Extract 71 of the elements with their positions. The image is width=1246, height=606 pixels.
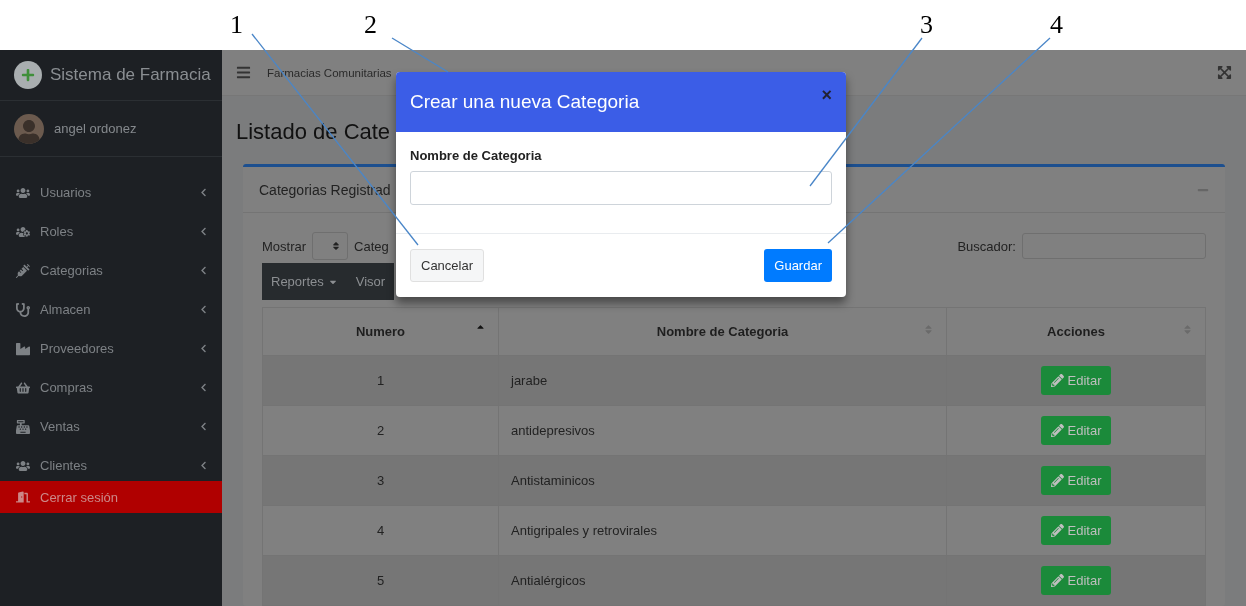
avatar-icon	[14, 113, 44, 144]
table-cell: Antigripales y retrovirales	[498, 505, 947, 556]
callout-number: 4	[1050, 10, 1063, 40]
edit-button[interactable]: Editar	[1040, 466, 1112, 495]
toolbar-button[interactable]: Reportes	[262, 263, 347, 300]
show-label: Mostrar	[262, 238, 307, 254]
user-name[interactable]: angel ordonez	[54, 121, 137, 136]
chevron-left-icon	[199, 305, 208, 314]
table-cell: 5	[262, 555, 499, 606]
expand-icon[interactable]	[1217, 65, 1232, 80]
table-cell: 1	[262, 355, 499, 406]
sidebar-item[interactable]: Ventas	[0, 407, 222, 446]
pencil-icon	[1050, 474, 1064, 487]
cancel-button[interactable]: Cancelar	[410, 249, 485, 282]
chevron-left-icon	[199, 227, 208, 236]
chevron-left-icon	[199, 344, 208, 353]
sidebar-item[interactable]: Usuarios	[0, 173, 222, 212]
table-cell: Antialérgicos	[498, 555, 947, 606]
callout-number: 1	[230, 10, 243, 40]
sidebar-item[interactable]: Compras	[0, 368, 222, 407]
chevron-left-icon	[199, 422, 208, 431]
stethoscope-icon	[16, 302, 32, 317]
users-gear-icon	[16, 224, 32, 239]
toolbar-button[interactable]: Visor	[346, 263, 395, 300]
column-header[interactable]: Numero	[262, 307, 499, 356]
basket-icon	[16, 380, 32, 395]
pencil-icon	[1050, 524, 1064, 537]
edit-button[interactable]: Editar	[1040, 566, 1112, 595]
search-label: Buscador:	[957, 238, 1016, 254]
show-suffix: Categ	[354, 238, 389, 254]
edit-button[interactable]: Editar	[1040, 366, 1112, 395]
sort-arrows-icon	[331, 241, 342, 251]
syringe-icon	[16, 263, 32, 278]
door-icon	[16, 490, 32, 504]
entries-select[interactable]	[312, 232, 349, 260]
table-cell: 4	[262, 505, 499, 556]
edit-button[interactable]: Editar	[1040, 516, 1112, 545]
cross-logo-icon	[14, 61, 42, 89]
sidebar-item[interactable]: Roles	[0, 212, 222, 251]
brand-name[interactable]: Sistema de Farmacia	[50, 65, 211, 85]
pencil-icon	[1050, 574, 1064, 587]
field-label: Nombre de Categoria	[410, 148, 543, 163]
close-button[interactable]: ×	[821, 84, 832, 106]
factory-icon	[16, 341, 32, 356]
pencil-icon	[1050, 424, 1064, 437]
sidebar-item[interactable]: Proveedores	[0, 329, 222, 368]
register-icon	[16, 419, 32, 434]
column-header[interactable]: Nombre de Categoria	[498, 307, 947, 356]
table-cell: antidepresivos	[498, 405, 947, 456]
edit-button[interactable]: Editar	[1040, 416, 1112, 445]
save-button[interactable]: Guardar	[764, 249, 832, 282]
callout-number: 3	[920, 10, 933, 40]
table-cell: 2	[262, 405, 499, 456]
menu-icon[interactable]	[236, 65, 251, 80]
sidebar-item[interactable]: Almacen	[0, 290, 222, 329]
chevron-left-icon	[199, 266, 208, 275]
chevron-left-icon	[199, 461, 208, 470]
logout-item[interactable]: Cerrar sesión	[0, 481, 222, 513]
users-icon	[16, 458, 32, 473]
chevron-left-icon	[199, 188, 208, 197]
table-cell: 3	[262, 455, 499, 506]
pencil-icon	[1050, 374, 1064, 387]
chevron-left-icon	[199, 383, 208, 392]
column-header[interactable]: Acciones	[946, 307, 1206, 356]
table-cell: jarabe	[498, 355, 947, 406]
users-icon	[16, 185, 32, 200]
callout-number: 2	[364, 10, 377, 40]
modal-title: Crear una nueva Categoria	[410, 91, 641, 113]
sidebar-item[interactable]: Categorias	[0, 251, 222, 290]
input-field[interactable]	[410, 171, 832, 205]
table-cell: Antistaminicos	[498, 455, 947, 506]
